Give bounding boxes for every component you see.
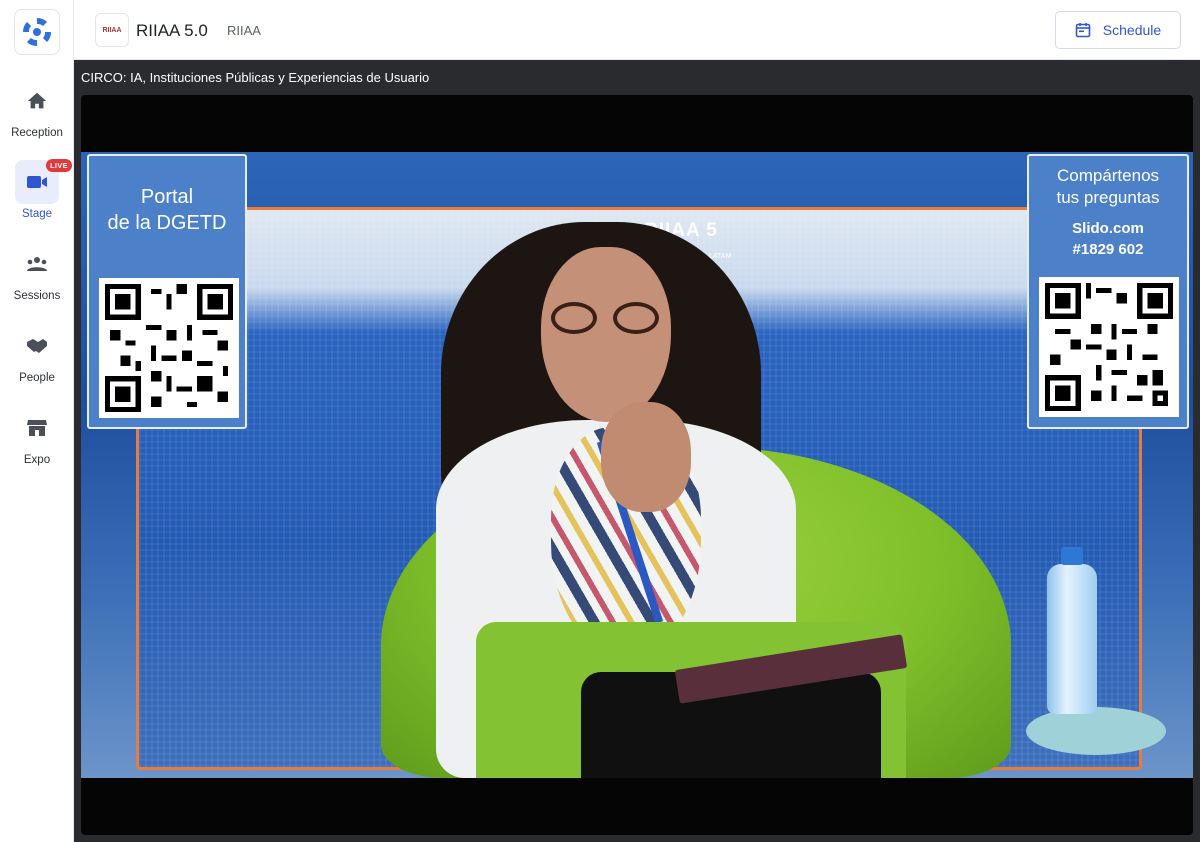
sidebar-item-sessions[interactable]: Sessions	[0, 242, 74, 314]
sidebar-item-stage[interactable]: LIVE Stage	[0, 159, 74, 232]
video-player[interactable]: RIIAA 5 LATAM Portal de la DGETD Compárt…	[81, 95, 1193, 835]
qr-code-icon	[1039, 277, 1179, 417]
sidebar-item-label: Stage	[21, 208, 53, 220]
sidebar-item-people[interactable]: People	[0, 324, 74, 396]
sidebar-item-label: People	[19, 372, 55, 384]
qr-card-slido: Compártenos tus preguntas Slido.com #182…	[1027, 154, 1189, 429]
qr-card-portal: Portal de la DGETD	[87, 154, 247, 429]
sidebar-item-label: Expo	[23, 454, 51, 466]
top-header: RIIAA RIIAA 5.0 RIIAA Schedule	[74, 0, 1200, 60]
app-logo[interactable]	[14, 9, 60, 55]
sidebar-item-label: Sessions	[13, 290, 61, 302]
sidebar-item-expo[interactable]: Expo	[0, 406, 74, 478]
qr-card-line: Slido.com	[1072, 220, 1144, 237]
stage-area: CIRCO: IA, Instituciones Públicas y Expe…	[74, 60, 1200, 842]
session-title: CIRCO: IA, Instituciones Públicas y Expe…	[81, 70, 430, 85]
live-badge: LIVE	[46, 159, 72, 172]
qr-card-line: Portal	[140, 186, 194, 208]
live-video-frame: RIIAA 5 LATAM Portal de la DGETD Compárt…	[81, 152, 1193, 778]
handshake-icon	[15, 324, 59, 368]
event-title: RIIAA 5.0	[136, 21, 208, 40]
home-icon	[15, 79, 59, 123]
speaker-hand	[601, 402, 691, 512]
schedule-button[interactable]: Schedule	[1055, 11, 1181, 49]
qr-card-line: de la DGETD	[107, 212, 227, 234]
event-organizer: RIIAA	[227, 23, 261, 38]
swirl-logo-icon	[22, 17, 52, 47]
sidebar: Reception LIVE Stage Sessions People Exp…	[0, 0, 74, 842]
qr-card-line: Compártenos	[1056, 166, 1160, 185]
storefront-icon	[15, 406, 59, 450]
water-bottle	[1047, 564, 1097, 714]
sidebar-item-reception[interactable]: Reception	[0, 79, 74, 151]
people-group-icon	[15, 242, 59, 286]
water-bottle-cap	[1061, 547, 1083, 565]
event-logo[interactable]: RIIAA	[95, 13, 129, 47]
calendar-icon	[1075, 23, 1091, 38]
side-table	[1026, 707, 1166, 755]
schedule-label: Schedule	[1102, 22, 1162, 38]
qr-card-line: tus preguntas	[1056, 188, 1160, 207]
qr-card-line: #1829 602	[1072, 241, 1144, 258]
qr-code-icon	[99, 278, 239, 418]
riiaa-backdrop-sub: LATAM	[709, 253, 732, 260]
speaker-glasses	[551, 302, 666, 336]
sidebar-item-label: Reception	[11, 127, 63, 139]
